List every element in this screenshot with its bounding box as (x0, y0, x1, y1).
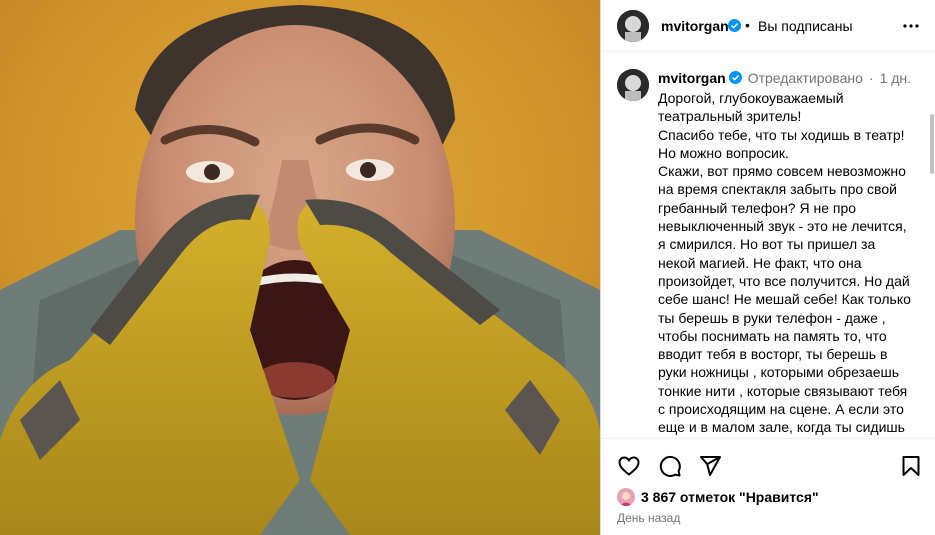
header-separator: • (745, 17, 750, 33)
save-button[interactable] (899, 454, 923, 478)
more-options-icon[interactable] (902, 18, 920, 34)
verified-badge-icon (728, 71, 742, 84)
scrollbar-thumb[interactable] (930, 114, 934, 174)
author-username[interactable]: mvitorgan (661, 18, 729, 34)
post-actions: 3 867 отметок "Нравится" День назад (601, 438, 935, 535)
comment-button[interactable] (658, 454, 682, 478)
like-button[interactable] (617, 454, 641, 478)
caption-text: Дорогой, глубокоуважаемый театральный зр… (658, 90, 911, 438)
edited-label: Отредактировано (747, 70, 863, 86)
caption-username[interactable]: mvitorgan (658, 70, 726, 86)
caption-time[interactable]: 1 дн. (880, 70, 911, 86)
liker-avatar[interactable] (617, 488, 635, 506)
caption-avatar[interactable] (617, 69, 649, 101)
post-image (0, 0, 600, 535)
author-avatar[interactable] (617, 10, 649, 42)
post-photo[interactable] (0, 0, 600, 535)
paper-plane-icon (700, 456, 721, 476)
bookmark-icon (902, 456, 920, 476)
share-button[interactable] (698, 454, 722, 478)
caption-separator: · (868, 70, 874, 86)
post-date[interactable]: День назад (617, 511, 680, 525)
post-modal: mvitorgan • Вы подписаны mvitorgan Отреда… (0, 0, 935, 535)
likes-row: 3 867 отметок "Нравится" (617, 488, 819, 506)
verified-badge-icon (728, 19, 741, 32)
caption-area[interactable]: mvitorgan Отредактировано · 1 дн. Дорогой, … (601, 52, 935, 438)
comment-bubble-icon (659, 455, 681, 477)
follow-status-button[interactable]: Вы подписаны (758, 18, 853, 34)
post-side-panel: mvitorgan • Вы подписаны mvitorgan Отреда… (600, 0, 935, 535)
heart-icon (618, 456, 640, 476)
post-header: mvitorgan • Вы подписаны (601, 0, 935, 52)
caption-scrollbar[interactable] (930, 114, 935, 438)
caption-header: mvitorgan Отредактировано · 1 дн. (658, 70, 911, 86)
likes-count[interactable]: 3 867 отметок "Нравится" (641, 489, 819, 505)
